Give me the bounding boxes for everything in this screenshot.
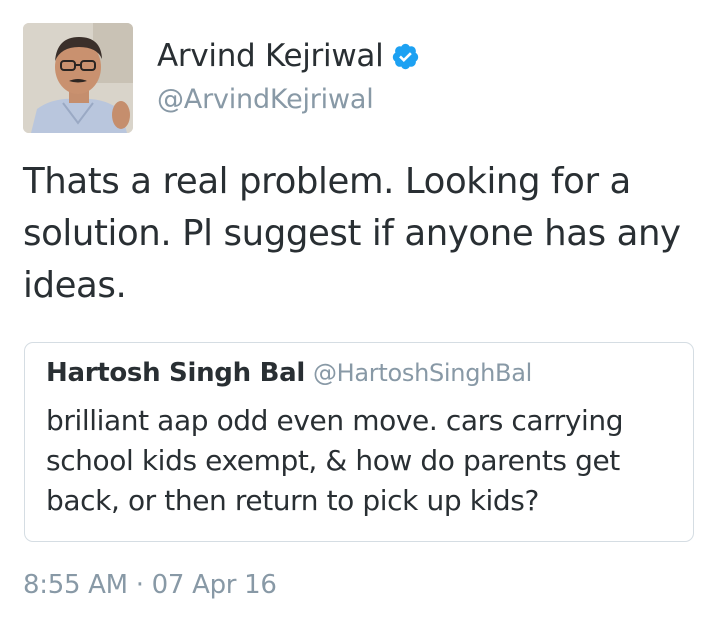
quoted-tweet-text: brilliant aap odd even move. cars carryi… — [46, 404, 624, 517]
author-display-name[interactable]: Arvind Kejriwal — [157, 38, 384, 74]
author-name-row[interactable]: Arvind Kejriwal — [157, 36, 420, 76]
author-avatar[interactable] — [23, 23, 133, 133]
quoted-tweet-card[interactable]: Hartosh Singh Bal @HartoshSinghBal brilli… — [24, 342, 694, 542]
verified-badge-icon — [391, 42, 420, 71]
profile-photo-icon — [23, 23, 133, 133]
author-handle[interactable]: @ArvindKejriwal — [157, 84, 374, 115]
tweet-timestamp[interactable]: 8:55 AM · 07 Apr 16 — [23, 570, 277, 600]
tweet-text: Thats a real problem. Looking for a solu… — [23, 161, 681, 306]
quoted-author-name: Hartosh Singh Bal — [46, 358, 305, 388]
quoted-tweet-header: Hartosh Singh Bal @HartoshSinghBal — [46, 358, 532, 388]
quoted-author-handle: @HartoshSinghBal — [312, 359, 532, 387]
